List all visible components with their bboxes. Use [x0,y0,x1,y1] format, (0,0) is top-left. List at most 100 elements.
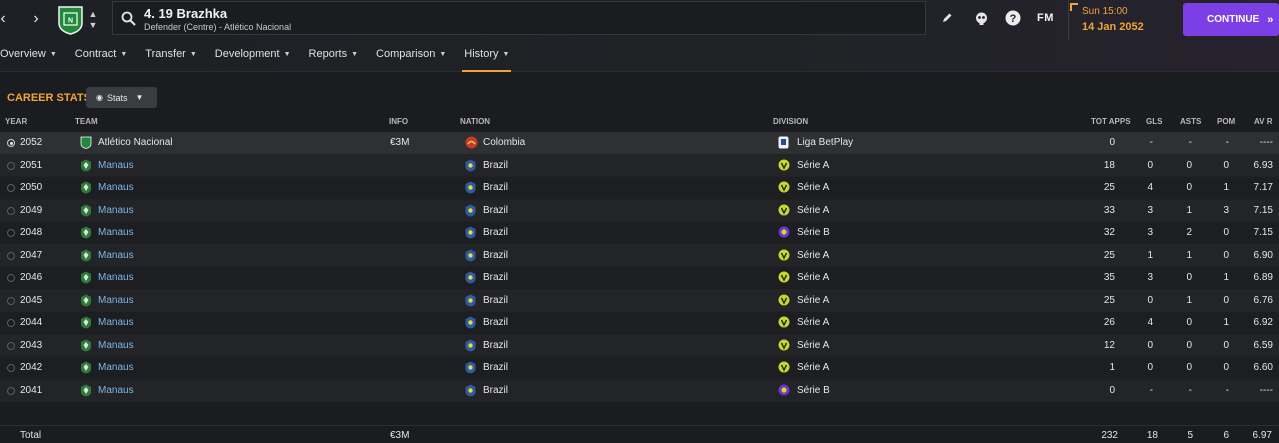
row-select-radio[interactable] [7,296,15,305]
game-date[interactable]: Sun 15:00 14 Jan 2052 [1068,0,1168,40]
col-info[interactable]: INFO [389,117,408,126]
team-cell[interactable]: Manaus [98,295,134,306]
row-select-radio[interactable] [7,229,15,237]
tab-history[interactable]: History ▼ [455,40,518,72]
nation-cell[interactable]: Brazil [483,182,508,193]
row-select-radio[interactable] [7,274,15,282]
nation-cell[interactable]: Brazil [483,317,508,328]
club-crest-icon[interactable]: N [57,5,84,35]
fmrte-skull-icon[interactable] [972,9,990,27]
col-team[interactable]: TEAM [75,117,98,126]
col-division[interactable]: DIVISION [773,117,808,126]
col-nation[interactable]: NATION [460,117,490,126]
row-select-radio[interactable] [7,364,15,372]
col-pom[interactable]: POM [1217,117,1235,126]
division-cell[interactable]: Série B [797,227,830,238]
table-row[interactable]: 2042 Manaus Brazil Série A 1 0 0 0 6.60 [0,357,1279,380]
team-cell[interactable]: Manaus [98,160,134,171]
row-select-radio[interactable] [7,386,15,395]
col-gls[interactable]: GLS [1146,117,1162,126]
player-subtitle: Defender (Centre) - Atlético Nacional [144,22,292,32]
row-select-radio[interactable] [7,319,15,327]
asts-cell: 1 [1186,249,1192,261]
forward-arrow-icon[interactable]: › [27,10,45,28]
chevron-up-icon[interactable]: ▲ [88,9,98,19]
search-icon[interactable] [121,11,136,26]
division-cell[interactable]: Liga BetPlay [797,137,853,148]
team-cell[interactable]: Manaus [98,317,134,328]
tab-transfer[interactable]: Transfer ▼ [136,40,205,68]
table-row[interactable]: 2048 Manaus Brazil Série B 32 3 2 0 7.15 [0,222,1279,245]
table-row[interactable]: 2052 Atlético Nacional €3M Colombia Liga Bet… [0,132,1279,155]
division-cell[interactable]: Série A [797,250,829,261]
table-row[interactable]: 2051 Manaus Brazil Série A 18 0 0 0 6.93 [0,154,1279,177]
club-crest-icon [80,181,92,194]
col-year[interactable]: YEAR [5,117,27,126]
row-select-radio[interactable] [7,206,15,215]
division-cell[interactable]: Série A [797,362,829,373]
tab-contract[interactable]: Contract ▼ [66,40,137,68]
stats-view-dropdown[interactable]: ◉ Stats ▼ [86,87,157,108]
nation-cell[interactable]: Brazil [483,385,508,396]
chevron-down-icon: ▼ [502,50,510,58]
team-cell[interactable]: Manaus [98,362,134,373]
division-cell[interactable]: Série A [797,272,829,283]
col-asts[interactable]: ASTS [1180,117,1201,126]
edit-pencil-icon[interactable] [938,9,956,27]
nation-cell[interactable]: Brazil [483,250,508,261]
table-row[interactable]: 2041 Manaus Brazil Série B 0- - - ---- [0,379,1279,402]
nation-cell[interactable]: Brazil [483,340,508,351]
division-cell[interactable]: Série A [797,182,829,193]
row-select-radio[interactable] [7,139,15,147]
table-row[interactable]: 2045 Manaus Brazil Série A 25 0 1 0 6.76 [0,289,1279,312]
apps-cell: 1 [1109,362,1115,373]
team-cell[interactable]: Manaus [98,205,134,216]
team-cell[interactable]: Atlético Nacional [98,137,172,148]
nation-cell[interactable]: Brazil [483,272,508,283]
back-arrow-icon[interactable]: ‹ [0,10,12,28]
team-cell[interactable]: Manaus [98,272,134,283]
team-cell[interactable]: Manaus [98,250,134,261]
table-row[interactable]: 2046 Manaus Brazil Série A 35 3 0 1 6.89 [0,267,1279,290]
team-cell[interactable]: Manaus [98,182,134,193]
totals-pom: 6 [1223,430,1229,441]
continue-button[interactable]: CONTINUE » [1183,3,1279,36]
table-row[interactable]: 2043 Manaus Brazil Série A 12 0 0 0 6.59 [0,334,1279,357]
player-search-box[interactable]: 4. 19 Brazhka Defender (Centre) - Atléti… [112,1,926,35]
row-select-radio[interactable] [7,184,15,192]
chevron-down-icon[interactable]: ▼ [88,20,98,30]
row-select-radio[interactable] [7,341,15,350]
tab-reports[interactable]: Reports ▼ [300,40,367,68]
team-cell[interactable]: Manaus [98,340,134,351]
division-cell[interactable]: Série A [797,205,829,216]
help-icon[interactable]: ? [1004,9,1022,27]
table-row[interactable]: 2047 Manaus Brazil Série A 25 1 1 0 6.90 [0,244,1279,267]
gls-cell: - [1149,384,1153,396]
division-cell[interactable]: Série B [797,385,830,396]
division-cell[interactable]: Série A [797,317,829,328]
row-select-radio[interactable] [7,161,15,170]
tab-overview[interactable]: Overview ▼ [0,40,66,68]
tab-development[interactable]: Development ▼ [206,40,300,68]
row-select-radio[interactable] [7,251,15,260]
tab-comparison[interactable]: Comparison ▼ [367,40,455,68]
nation-cell[interactable]: Brazil [483,160,508,171]
col-avr[interactable]: AV R [1254,117,1273,126]
nation-cell[interactable]: Colombia [483,137,525,148]
nation-cell[interactable]: Brazil [483,227,508,238]
table-row[interactable]: 2044 Manaus Brazil Série A 26 4 0 1 6.92 [0,312,1279,335]
nation-cell[interactable]: Brazil [483,205,508,216]
team-cell[interactable]: Manaus [98,385,134,396]
table-row[interactable]: 2050 Manaus Brazil Série A 25 4 0 1 7.17 [0,177,1279,200]
division-cell[interactable]: Série A [797,340,829,351]
team-cell[interactable]: Manaus [98,227,134,238]
fm-logo[interactable]: FM [1037,12,1054,24]
division-cell[interactable]: Série A [797,295,829,306]
table-row[interactable]: 2049 Manaus Brazil Série A 33 3 1 3 7.15 [0,199,1279,222]
nation-cell[interactable]: Brazil [483,362,508,373]
apps-cell: 33 [1103,204,1115,216]
nation-cell[interactable]: Brazil [483,295,508,306]
nation-flag-icon [465,181,477,194]
col-tot-apps[interactable]: TOT APPS [1091,117,1131,126]
division-cell[interactable]: Série A [797,160,829,171]
